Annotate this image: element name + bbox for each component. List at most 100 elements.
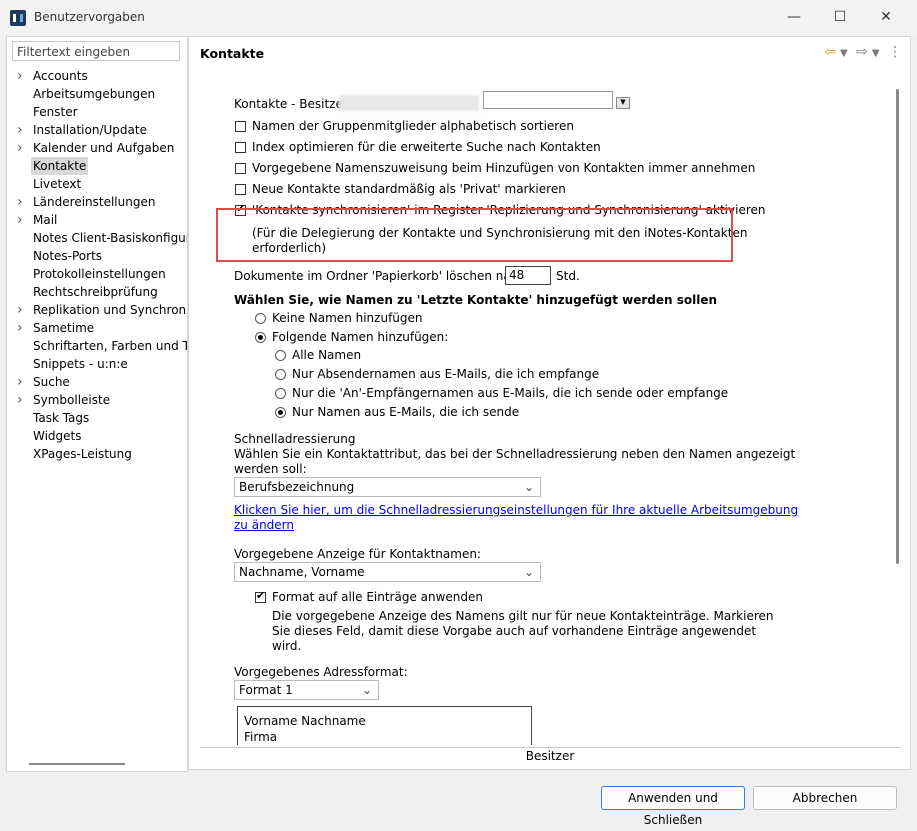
tree-item[interactable]: › Replikation und Synchronis	[7, 301, 187, 319]
address-format-label: Vorgegebenes Adressformat:	[234, 665, 408, 679]
tree-item[interactable]: › Kalender und Aufgaben	[7, 139, 187, 157]
option-checkbox[interactable]	[235, 121, 246, 132]
display-format-label: Vorgegebene Anzeige für Kontaktnamen:	[234, 547, 481, 561]
tree-item[interactable]: Widgets	[7, 427, 187, 445]
sub-radio[interactable]	[275, 407, 286, 418]
highlight-box	[216, 208, 733, 262]
owner-field[interactable]	[483, 91, 613, 109]
tree-item[interactable]: › Ländereinstellungen	[7, 193, 187, 211]
tree-item[interactable]: Protokolleinstellungen	[7, 265, 187, 283]
tree-item[interactable]: › Suche	[7, 373, 187, 391]
tree-item[interactable]: Arbeitsumgebungen	[7, 85, 187, 103]
cancel-button[interactable]: Abbrechen	[753, 786, 897, 810]
back-arrow-icon[interactable]: ⇦	[824, 44, 836, 60]
chevron-right-icon[interactable]: ›	[17, 301, 27, 319]
window-title: Benutzervorgaben	[34, 10, 145, 24]
tree-item-label: Rechtschreibprüfung	[33, 285, 158, 299]
apply-all-desc: Die vorgegebene Anzeige des Namens gilt …	[272, 609, 774, 623]
chevron-right-icon[interactable]: ›	[17, 211, 27, 229]
horizontal-scrollbar[interactable]	[29, 763, 125, 765]
tree-item-label: Protokolleinstellungen	[33, 267, 166, 281]
sub-radio-label: Alle Namen	[292, 348, 362, 362]
tree-item[interactable]: XPages-Leistung	[7, 445, 187, 463]
chevron-right-icon[interactable]: ›	[17, 139, 27, 157]
chevron-right-icon[interactable]: ›	[17, 67, 27, 85]
close-icon[interactable]: ✕	[863, 2, 909, 32]
tree-item-label: Schriftarten, Farben und Th	[33, 339, 187, 353]
tree-item[interactable]: Notes Client-Basiskonfigura	[7, 229, 187, 247]
chevron-right-icon[interactable]: ›	[17, 391, 27, 409]
chevron-right-icon[interactable]: ›	[17, 373, 27, 391]
tree-item[interactable]: › Accounts	[7, 67, 187, 85]
address-format-value: Format 1	[239, 683, 293, 697]
sub-radio-label: Nur Namen aus E-Mails, die ich sende	[292, 405, 520, 419]
tree-item[interactable]: Schriftarten, Farben und Th	[7, 337, 187, 355]
trash-label: Dokumente im Ordner 'Papierkorb' löschen…	[234, 269, 525, 283]
apply-all-label: Format auf alle Einträge anwenden	[272, 590, 484, 604]
apply-all-checkbox[interactable]	[255, 589, 266, 603]
address-format-select[interactable]: Format 1 ⌄	[234, 680, 379, 700]
radio-following-names[interactable]	[255, 332, 266, 343]
quick-addressing-desc: Wählen Sie ein Kontaktattribut, das bei …	[234, 447, 796, 461]
forward-dropdown-chevron-icon[interactable]: ▼	[872, 48, 880, 59]
owner-label: Kontakte - Besitzer	[234, 97, 348, 111]
owner-footer-label: Besitzer	[525, 749, 575, 763]
tree-item[interactable]: › Sametime	[7, 319, 187, 337]
tree-item-label: Task Tags	[33, 411, 90, 425]
back-dropdown-chevron-icon[interactable]: ▼	[840, 48, 848, 59]
tree-item[interactable]: Rechtschreibprüfung	[7, 283, 187, 301]
apply-all-desc-2: Sie dieses Feld, damit diese Vorgabe auc…	[272, 624, 757, 638]
preferences-tree: › Accounts Arbeitsumgebungen Fenster › Instal…	[7, 67, 187, 463]
filter-input[interactable]: Filtertext eingeben	[12, 41, 180, 61]
chevron-down-icon: ⌄	[523, 565, 534, 579]
option-checkbox[interactable]	[235, 184, 246, 195]
tree-item[interactable]: › Symbolleiste	[7, 391, 187, 409]
owner-dropdown-icon[interactable]: ▼	[616, 97, 630, 109]
minimize-icon[interactable]: —	[771, 2, 817, 32]
tree-item[interactable]: Fenster	[7, 103, 187, 121]
tree-item[interactable]: Snippets - u:n:e	[7, 355, 187, 373]
preferences-page: Kontakte ⇦ ▼ ⇨ ▼ ⋮ Kontakte - Besitzer ▼ N…	[188, 36, 911, 770]
chevron-right-icon[interactable]: ›	[17, 121, 27, 139]
forward-arrow-icon[interactable]: ⇨	[856, 44, 868, 60]
option-checkbox[interactable]	[235, 163, 246, 174]
chevron-right-icon[interactable]: ›	[17, 319, 27, 337]
preferences-window: Benutzervorgaben — ☐ ✕ Filtertext eingeb…	[0, 0, 917, 827]
tree-item-label: Widgets	[33, 429, 82, 443]
display-format-value: Nachname, Vorname	[239, 565, 365, 579]
tree-item[interactable]: › Installation/Update	[7, 121, 187, 139]
tree-item[interactable]: Kontakte	[7, 157, 187, 175]
more-options-icon[interactable]: ⋮	[888, 44, 902, 60]
tree-item-label: Notes Client-Basiskonfigura	[33, 231, 187, 245]
radio-no-names[interactable]	[255, 313, 266, 324]
sub-radio[interactable]	[275, 388, 286, 399]
page-title: Kontakte	[200, 46, 265, 61]
quick-addressing-link-cont[interactable]: zu ändern	[234, 518, 294, 532]
tree-item-label: Sametime	[33, 321, 95, 335]
display-format-select[interactable]: Nachname, Vorname ⌄	[234, 562, 541, 582]
tree-item[interactable]: Livetext	[7, 175, 187, 193]
trash-hours-input[interactable]: 48	[505, 266, 551, 285]
vertical-scrollbar[interactable]	[896, 89, 899, 564]
tree-item-label: Ländereinstellungen	[33, 195, 156, 209]
apply-and-close-button[interactable]: Anwenden und Schließen	[601, 786, 745, 827]
sub-radio[interactable]	[275, 369, 286, 380]
option-checkbox[interactable]	[235, 142, 246, 153]
quick-addressing-select[interactable]: Berufsbezeichnung ⌄	[234, 477, 541, 497]
trash-unit-label: Std.	[556, 269, 580, 283]
chevron-down-icon: ⌄	[523, 480, 534, 494]
tree-item[interactable]: Task Tags	[7, 409, 187, 427]
sub-radio-label: Nur Absendernamen aus E-Mails, die ich e…	[292, 367, 600, 381]
tree-item[interactable]: › Mail	[7, 211, 187, 229]
maximize-icon[interactable]: ☐	[817, 2, 863, 32]
chevron-right-icon[interactable]: ›	[17, 193, 27, 211]
sub-radio[interactable]	[275, 350, 286, 361]
quick-addressing-desc-cont: werden soll:	[234, 462, 307, 476]
tree-item-label: XPages-Leistung	[33, 447, 132, 461]
tree-item-label: Kontakte	[31, 157, 89, 175]
tree-item[interactable]: Notes-Ports	[7, 247, 187, 265]
quick-addressing-link[interactable]: Klicken Sie hier, um die Schnelladressie…	[234, 503, 798, 517]
title-bar: Benutzervorgaben — ☐ ✕	[0, 0, 917, 34]
tree-item-label: Livetext	[33, 177, 82, 191]
tree-item-label: Kalender und Aufgaben	[33, 141, 175, 155]
